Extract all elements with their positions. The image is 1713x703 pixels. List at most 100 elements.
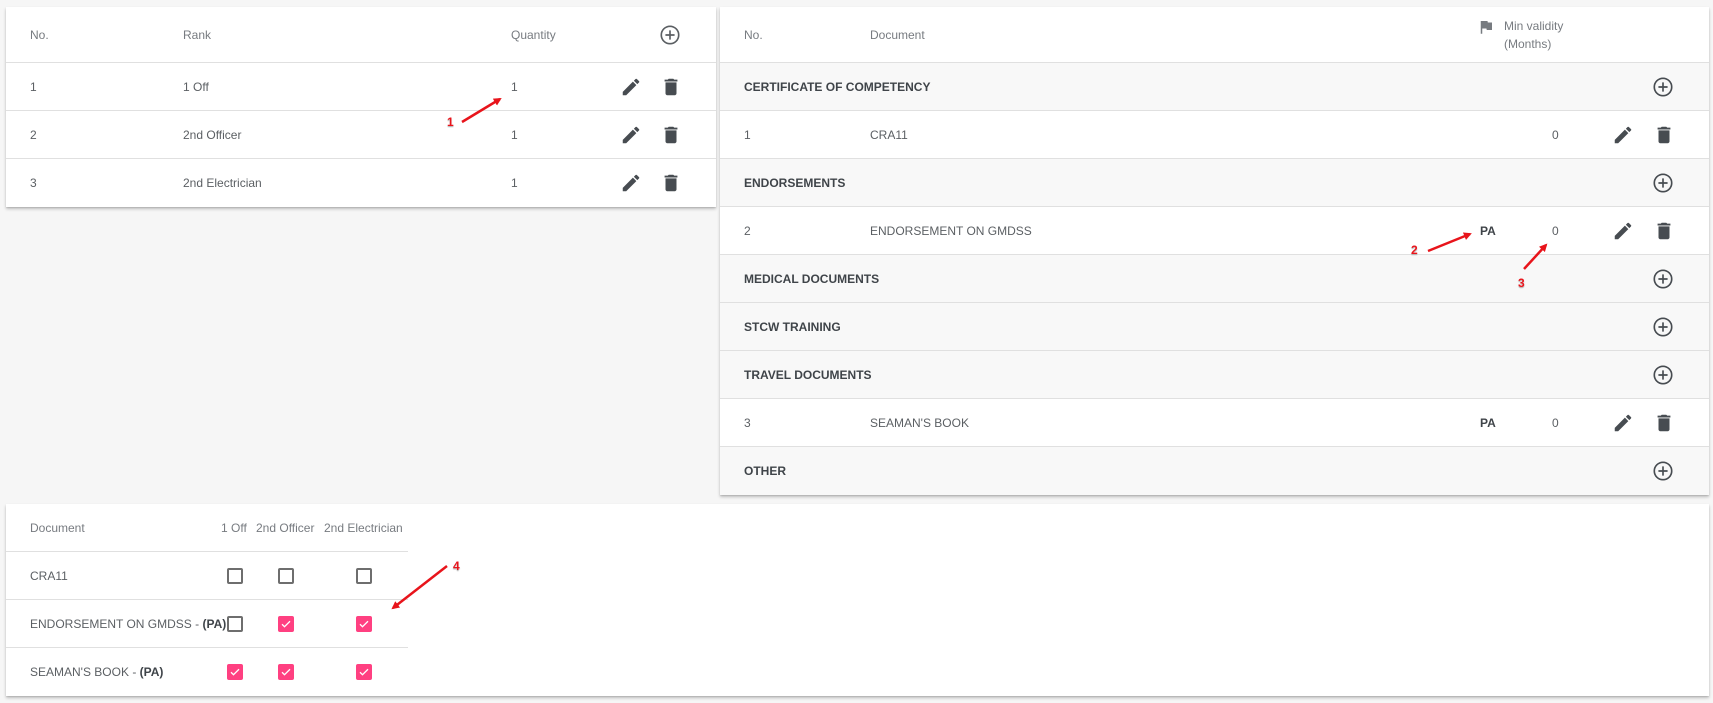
add-document-button[interactable] — [1651, 75, 1675, 99]
document-row: 3 SEAMAN'S BOOK PA 0 — [720, 399, 1709, 447]
rank-quantity: 1 — [511, 127, 518, 142]
group-row-travel-documents: TRAVEL DOCUMENTS — [720, 351, 1709, 399]
checkbox-2nd-electrician[interactable] — [356, 616, 372, 632]
plus-circle-icon — [1653, 269, 1673, 289]
document-row: 1 CRA11 0 — [720, 111, 1709, 159]
group-row-endorsements: ENDORSEMENTS — [720, 159, 1709, 207]
checkbox-1-off[interactable] — [227, 616, 243, 632]
matrix-header-row: Document 1 Off 2nd Officer 2nd Electrici… — [6, 504, 408, 552]
trash-icon — [1657, 222, 1671, 240]
rank-document-matrix-panel: Document 1 Off 2nd Officer 2nd Electrici… — [6, 504, 1709, 696]
document-flag: PA — [1480, 415, 1496, 430]
ranks-header-row: No. Rank Quantity — [6, 7, 716, 63]
rank-row: 2 2nd Officer 1 — [6, 111, 716, 159]
rank-quantity: 1 — [511, 79, 518, 94]
document-no: 1 — [744, 127, 751, 142]
delete-rank-button[interactable] — [659, 171, 683, 195]
matrix-row: ENDORSEMENT ON GMDSS - (PA) — [6, 600, 408, 648]
edit-document-button[interactable] — [1611, 411, 1635, 435]
document-no: 3 — [744, 415, 751, 430]
checkmark-icon — [281, 668, 291, 676]
rank-no: 3 — [30, 176, 37, 190]
delete-document-button[interactable] — [1652, 123, 1676, 147]
group-row-stcw-training: STCW TRAINING — [720, 303, 1709, 351]
header-min-validity-line2: (Months) — [1504, 37, 1552, 51]
checkbox-1-off[interactable] — [227, 568, 243, 584]
document-min-validity: 0 — [1552, 415, 1559, 430]
edit-rank-button[interactable] — [619, 123, 643, 147]
checkmark-icon — [230, 668, 240, 676]
group-title: OTHER — [744, 464, 786, 478]
pencil-icon — [1614, 126, 1632, 144]
edit-document-button[interactable] — [1611, 123, 1635, 147]
documents-header-row: No. Document Min validity (Months) — [720, 7, 1709, 63]
add-rank-button[interactable] — [658, 23, 682, 47]
edit-document-button[interactable] — [1611, 219, 1635, 243]
suffix-separator: - — [128, 665, 140, 679]
document-name: ENDORSEMENT ON GMDSS — [870, 223, 1032, 238]
add-document-button[interactable] — [1651, 363, 1675, 387]
delete-document-button[interactable] — [1652, 411, 1676, 435]
pencil-icon — [1614, 414, 1632, 432]
checkbox-2nd-officer[interactable] — [278, 616, 294, 632]
checkbox-2nd-officer[interactable] — [278, 568, 294, 584]
document-name: CRA11 — [870, 127, 908, 142]
rank-row: 1 1 Off 1 — [6, 63, 716, 111]
trash-icon — [1657, 126, 1671, 144]
checkbox-1-off[interactable] — [227, 664, 243, 680]
rank-row: 3 2nd Electrician 1 — [6, 159, 716, 207]
document-label: CRA11 — [30, 568, 68, 583]
document-name: SEAMAN'S BOOK — [870, 415, 969, 430]
document-flag-suffix: (PA) — [139, 665, 164, 679]
plus-circle-icon — [1653, 461, 1673, 481]
add-document-button[interactable] — [1651, 315, 1675, 339]
document-min-validity: 0 — [1552, 127, 1559, 142]
trash-icon — [664, 174, 678, 192]
rank-name: 2nd Officer — [183, 127, 242, 142]
add-document-button[interactable] — [1651, 171, 1675, 195]
document-no: 2 — [744, 223, 751, 238]
delete-document-button[interactable] — [1652, 219, 1676, 243]
checkbox-2nd-electrician[interactable] — [356, 568, 372, 584]
plus-circle-icon — [1653, 77, 1673, 97]
group-title: ENDORSEMENTS — [744, 175, 846, 190]
checkbox-2nd-officer[interactable] — [278, 664, 294, 680]
header-min-validity: Min validity (Months) — [1504, 17, 1563, 53]
edit-rank-button[interactable] — [619, 75, 643, 99]
group-title: MEDICAL DOCUMENTS — [744, 271, 880, 286]
annotation-label-4: 4 — [453, 559, 460, 573]
matrix-document-name: CRA11 — [30, 552, 68, 599]
checkbox-2nd-electrician[interactable] — [356, 664, 372, 680]
plus-circle-icon — [660, 25, 680, 45]
delete-rank-button[interactable] — [659, 123, 683, 147]
header-no: No. — [30, 27, 49, 42]
trash-icon — [1657, 414, 1671, 432]
edit-rank-button[interactable] — [619, 171, 643, 195]
annotation-label-2: 2 — [1411, 243, 1418, 257]
pencil-icon — [1614, 222, 1632, 240]
group-row-other: OTHER — [720, 447, 1709, 495]
add-document-button[interactable] — [1651, 459, 1675, 483]
pencil-icon — [622, 78, 640, 96]
checkmark-icon — [359, 620, 369, 628]
trash-icon — [664, 78, 678, 96]
group-title: TRAVEL DOCUMENTS — [744, 367, 872, 382]
group-title: STCW TRAINING — [744, 319, 841, 334]
delete-rank-button[interactable] — [659, 75, 683, 99]
group-row-medical-documents: MEDICAL DOCUMENTS — [720, 255, 1709, 303]
header-rank: Rank — [183, 27, 212, 42]
documents-panel: No. Document Min validity (Months) CERTI… — [720, 7, 1709, 495]
header-rank-1-off: 1 Off — [221, 520, 247, 535]
ranks-panel: No. Rank Quantity 1 1 Off 1 2 2nd Office… — [6, 7, 716, 207]
checkmark-icon — [281, 620, 291, 628]
header-min-validity-line1: Min validity — [1504, 19, 1564, 33]
document-label: ENDORSEMENT ON GMDSS — [30, 616, 192, 631]
document-label: SEAMAN'S BOOK — [30, 665, 129, 679]
matrix-document-name: SEAMAN'S BOOK - (PA) — [30, 648, 163, 696]
matrix-document-name: ENDORSEMENT ON GMDSS - (PA) — [30, 600, 226, 647]
header-quantity: Quantity — [511, 27, 556, 42]
annotation-label-3: 3 — [1518, 276, 1525, 290]
rank-name: 2nd Electrician — [183, 176, 262, 190]
add-document-button[interactable] — [1651, 267, 1675, 291]
header-document: Document — [30, 520, 85, 535]
